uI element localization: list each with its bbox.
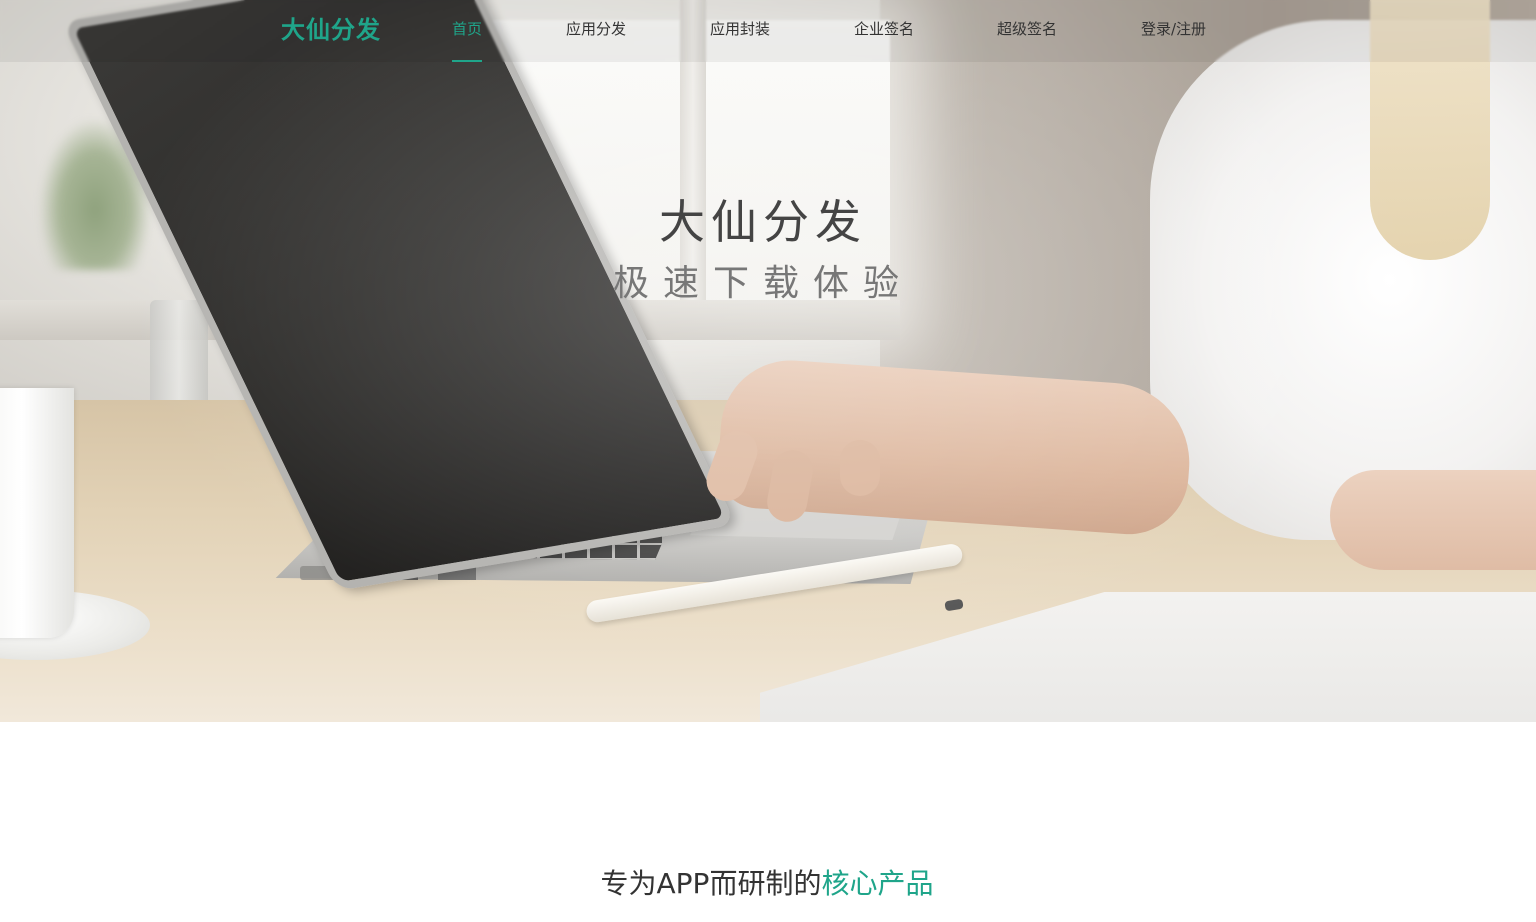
nav-item-label: 首页: [452, 20, 483, 38]
nav-item-label: 企业签名: [854, 20, 915, 38]
section-heading: 专为APP而研制的核心产品: [0, 862, 1534, 902]
nav-item-label: 应用封装: [710, 20, 771, 38]
nav-item-label: 登录/注册: [1141, 20, 1207, 38]
hero-banner: 大仙分发 极速下载体验: [0, 0, 1536, 722]
nav-item-enterprise-signing[interactable]: 企业签名: [854, 0, 914, 62]
nav-item-login-register[interactable]: 登录/注册: [1141, 0, 1206, 62]
page: 大仙分发 极速下载体验 大仙分发 首页 应用分发 应用封装 企业签名 超级签名 …: [0, 0, 1536, 922]
hero-title: 大仙分发: [659, 195, 867, 249]
nav-item-app-distribution[interactable]: 应用分发: [566, 0, 626, 62]
section-heading-accent: 核心产品: [821, 867, 934, 900]
nav-item-super-signing[interactable]: 超级签名: [997, 0, 1057, 62]
nav-item-label: 超级签名: [997, 20, 1058, 38]
nav-item-app-packaging[interactable]: 应用封装: [710, 0, 770, 62]
hero-subtitle: 极速下载体验: [612, 263, 913, 304]
section-heading-prefix: 专为APP而研制的: [600, 867, 822, 900]
top-navbar: 大仙分发 首页 应用分发 应用封装 企业签名 超级签名 登录/注册: [0, 0, 1536, 62]
main-nav: 首页 应用分发 应用封装 企业签名 超级签名 登录/注册: [0, 0, 1536, 62]
nav-active-underline: [452, 60, 483, 62]
hero-light-haze: [0, 0, 1536, 722]
nav-item-home[interactable]: 首页: [452, 0, 483, 62]
nav-item-label: 应用分发: [566, 20, 627, 38]
